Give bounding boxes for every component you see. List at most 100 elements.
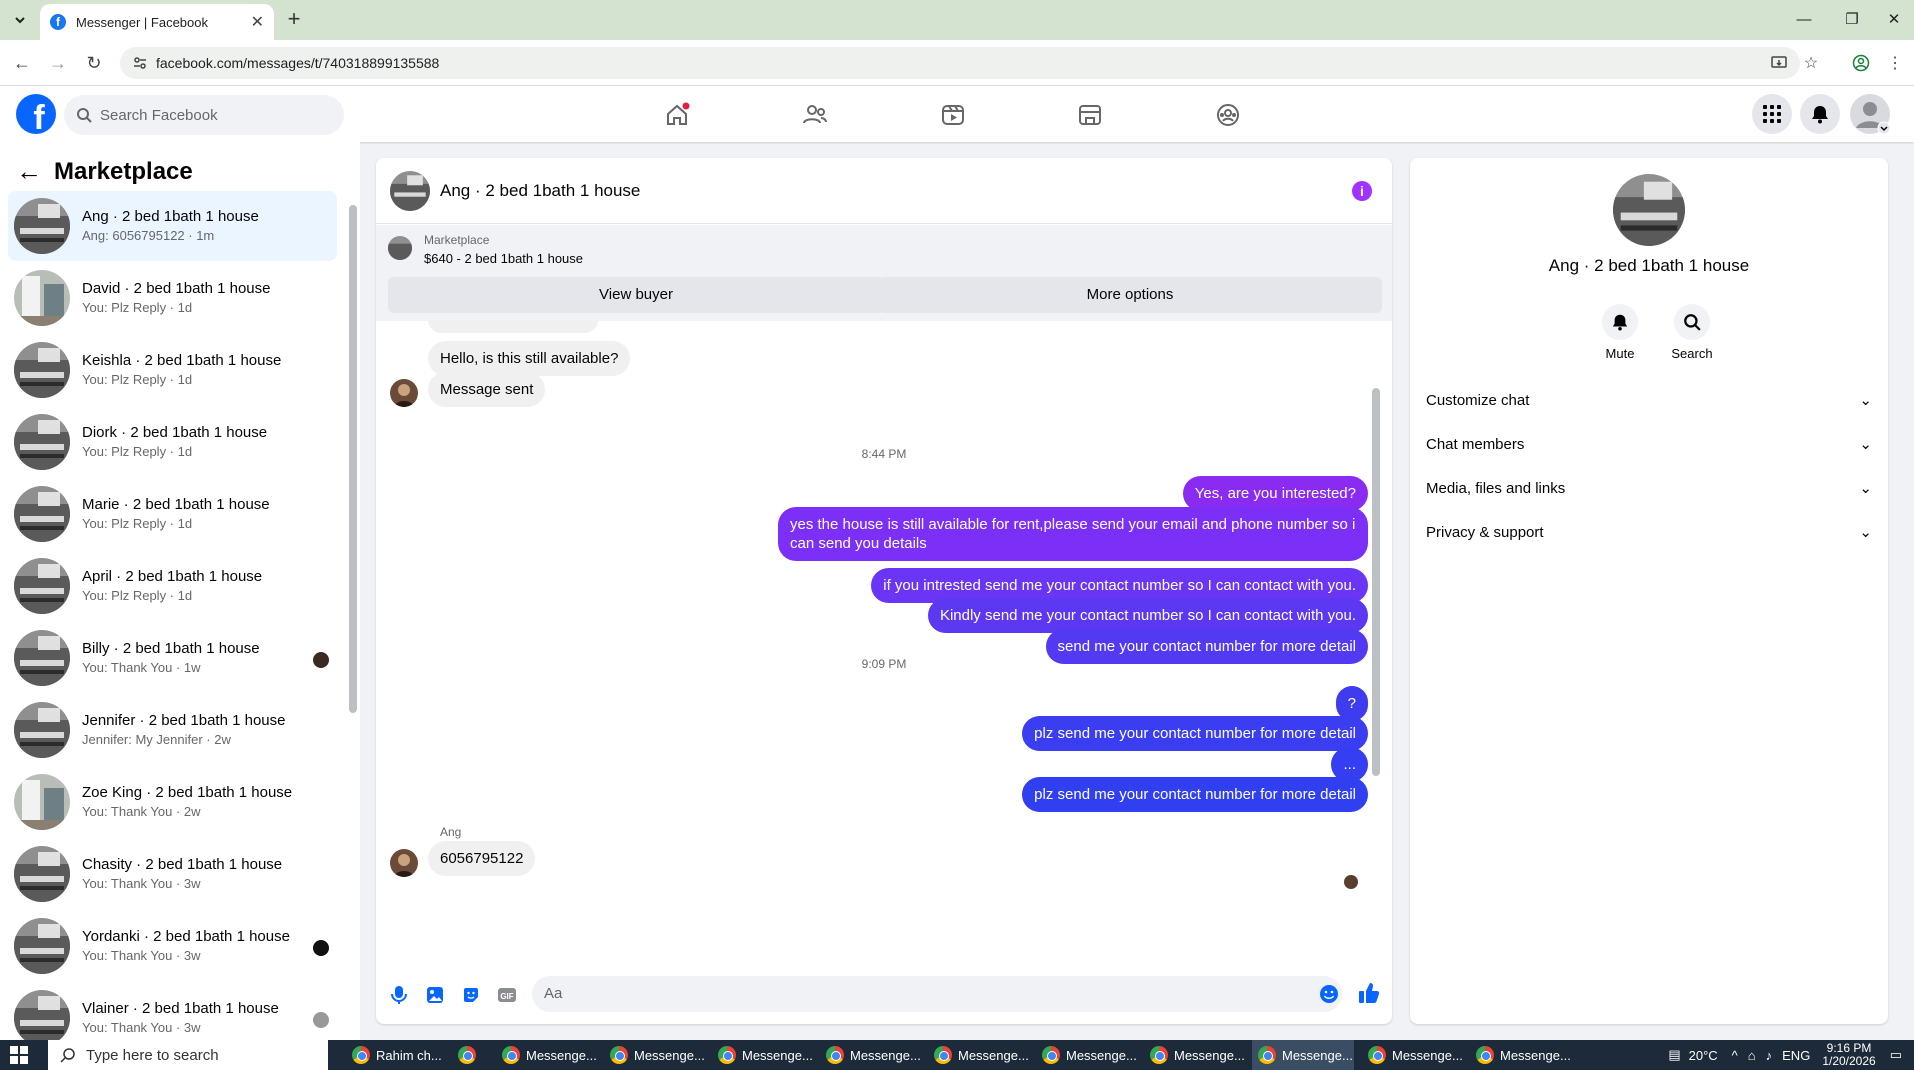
browser-menu-icon[interactable]: ⋮ — [1884, 52, 1906, 74]
tab-search-dropdown-icon[interactable] — [8, 8, 32, 32]
read-receipt-avatar — [1344, 875, 1358, 889]
close-window-icon[interactable]: ✕ — [1874, 8, 1914, 32]
menu-grid-icon[interactable] — [1752, 94, 1792, 134]
conversation-item[interactable]: Vlainer · 2 bed 1bath 1 house You: Thank … — [8, 983, 337, 1040]
conversation-name: Vlainer · 2 bed 1bath 1 house — [82, 1000, 279, 1017]
sticker-icon[interactable] — [460, 984, 482, 1006]
close-tab-icon[interactable]: ✕ — [251, 12, 264, 32]
emoji-icon[interactable] — [1318, 983, 1340, 1005]
marketplace-nav-icon[interactable] — [1060, 98, 1120, 132]
notifications-bell-icon[interactable] — [1800, 94, 1840, 134]
taskbar-app[interactable]: Messenge... — [1144, 1040, 1245, 1070]
windows-start-icon[interactable] — [10, 1046, 28, 1064]
conversation-item[interactable]: Billy · 2 bed 1bath 1 house You: Thank Yo… — [8, 623, 337, 693]
taskbar-app-label: Messenge... — [958, 1047, 1029, 1063]
conversation-item[interactable]: Chasity · 2 bed 1bath 1 house You: Thank … — [8, 839, 337, 909]
chat-scrollbar[interactable] — [1372, 388, 1380, 776]
new-tab-button[interactable]: + — [282, 8, 306, 32]
restore-icon[interactable]: ❐ — [1832, 8, 1872, 32]
media-files-links-section[interactable]: Media, files and links ⌄ — [1426, 468, 1872, 508]
conversation-item[interactable]: Diork · 2 bed 1bath 1 house You: Plz Repl… — [8, 407, 337, 477]
site-info-icon[interactable] — [132, 55, 148, 71]
microphone-icon[interactable] — [388, 984, 410, 1006]
search-conversation-button[interactable]: Search — [1662, 304, 1722, 361]
chat-title[interactable]: Ang · 2 bed 1bath 1 house — [440, 181, 640, 201]
privacy-support-section[interactable]: Privacy & support ⌄ — [1426, 512, 1872, 552]
chrome-icon — [1258, 1046, 1276, 1064]
install-app-icon[interactable] — [1768, 52, 1790, 74]
message-bubble-outgoing: plz send me your contact number for more… — [1022, 716, 1368, 751]
conversation-avatar — [14, 198, 70, 254]
like-thumbs-up-icon[interactable] — [1358, 982, 1380, 1004]
weather-icon[interactable]: ▤ — [1668, 1047, 1680, 1063]
profile-avatar[interactable] — [1613, 174, 1685, 246]
account-avatar[interactable] — [1850, 94, 1890, 134]
listing-title[interactable]: $640 - 2 bed 1bath 1 house — [424, 251, 583, 266]
taskbar-app[interactable]: Messenge... — [712, 1040, 813, 1070]
volume-icon[interactable]: ♪ — [1766, 1048, 1773, 1063]
home-nav-icon[interactable] — [647, 98, 707, 132]
language-indicator[interactable]: ENG — [1782, 1048, 1810, 1063]
chat-avatar[interactable] — [390, 170, 430, 211]
facebook-favicon-icon: f — [50, 14, 66, 30]
taskbar-app-active[interactable]: Messenge... — [1252, 1040, 1354, 1070]
chrome-icon — [718, 1046, 736, 1064]
tray-chevron-icon[interactable]: ^ — [1732, 1048, 1738, 1063]
url-field[interactable]: facebook.com/messages/t/740318899135588 — [120, 47, 1800, 79]
conversation-item[interactable]: Yordanki · 2 bed 1bath 1 house You: Thank… — [8, 911, 337, 981]
conversation-list-scrollbar[interactable] — [349, 205, 357, 713]
more-options-button[interactable]: More options — [878, 277, 1382, 313]
minimize-icon[interactable]: — — [1784, 8, 1824, 32]
temperature[interactable]: 20°C — [1689, 1048, 1718, 1063]
taskbar-search-input[interactable]: Type here to search — [48, 1040, 328, 1070]
message-input[interactable]: Aa — [532, 976, 1342, 1012]
chrome-icon — [610, 1046, 628, 1064]
info-icon[interactable]: i — [1352, 181, 1372, 201]
conversation-avatar — [14, 558, 70, 614]
conversation-item[interactable]: Ang · 2 bed 1bath 1 house Ang: 6056795122… — [8, 191, 337, 261]
profile-icon[interactable] — [1850, 52, 1872, 74]
taskbar-app[interactable]: Messenge... — [820, 1040, 921, 1070]
chat-members-section[interactable]: Chat members ⌄ — [1426, 424, 1872, 464]
message-bubble-incoming — [428, 321, 598, 333]
browser-tab[interactable]: f Messenger | Facebook ✕ — [40, 4, 274, 40]
taskbar-app[interactable]: Messenge... — [604, 1040, 705, 1070]
video-nav-icon[interactable] — [923, 98, 983, 132]
gif-icon[interactable]: GIF — [496, 984, 518, 1006]
photo-icon[interactable] — [424, 984, 446, 1006]
chevron-down-icon: ⌄ — [1859, 524, 1872, 541]
taskbar-app[interactable]: Messenge... — [496, 1040, 597, 1070]
reload-icon[interactable]: ↻ — [82, 51, 106, 75]
taskbar-app[interactable]: Messenge... — [1362, 1040, 1463, 1070]
customize-chat-section[interactable]: Customize chat ⌄ — [1426, 380, 1872, 420]
taskbar-app[interactable]: Messenge... — [1036, 1040, 1137, 1070]
chrome-icon — [1476, 1046, 1494, 1064]
conversation-item[interactable]: Jennifer · 2 bed 1bath 1 house Jennifer: … — [8, 695, 337, 765]
facebook-search-input[interactable]: Search Facebook — [64, 95, 344, 135]
back-icon[interactable]: ← — [10, 51, 34, 75]
view-buyer-button[interactable]: View buyer — [388, 277, 884, 313]
forward-icon[interactable]: → — [46, 51, 70, 75]
friends-nav-icon[interactable] — [785, 98, 845, 132]
notification-center-icon[interactable]: ▭ — [1890, 1047, 1902, 1063]
conversation-item[interactable]: Keishla · 2 bed 1bath 1 house You: Plz Re… — [8, 335, 337, 405]
bookmark-star-icon[interactable]: ☆ — [1800, 52, 1822, 74]
groups-nav-icon[interactable] — [1198, 98, 1258, 132]
taskbar-app[interactable]: Messenge... — [1470, 1040, 1571, 1070]
taskbar-app[interactable] — [452, 1040, 482, 1070]
chat-window: Ang · 2 bed 1bath 1 house i Marketplace … — [376, 158, 1392, 1024]
conversation-item[interactable]: David · 2 bed 1bath 1 house You: Plz Repl… — [8, 263, 337, 333]
facebook-logo[interactable]: f — [16, 94, 56, 134]
taskbar-app[interactable]: Messenge... — [928, 1040, 1029, 1070]
taskbar-app-label: Messenge... — [1392, 1047, 1463, 1063]
conversation-item[interactable]: April · 2 bed 1bath 1 house You: Plz Repl… — [8, 551, 337, 621]
conversation-item[interactable]: Marie · 2 bed 1bath 1 house You: Plz Repl… — [8, 479, 337, 549]
conversation-list-panel: ← Marketplace Ang · 2 bed 1bath 1 house A… — [0, 142, 360, 1040]
mute-button[interactable]: Mute — [1590, 304, 1650, 361]
network-icon[interactable]: ⌂ — [1748, 1048, 1756, 1063]
taskbar-app[interactable]: Rahim ch... — [346, 1040, 442, 1070]
conversation-item[interactable]: Zoe King · 2 bed 1bath 1 house You: Thank… — [8, 767, 337, 837]
listing-thumbnail — [388, 236, 412, 260]
back-arrow-icon[interactable]: ← — [16, 156, 42, 187]
clock[interactable]: 9:16 PM 1/20/2026 — [1822, 1042, 1875, 1068]
